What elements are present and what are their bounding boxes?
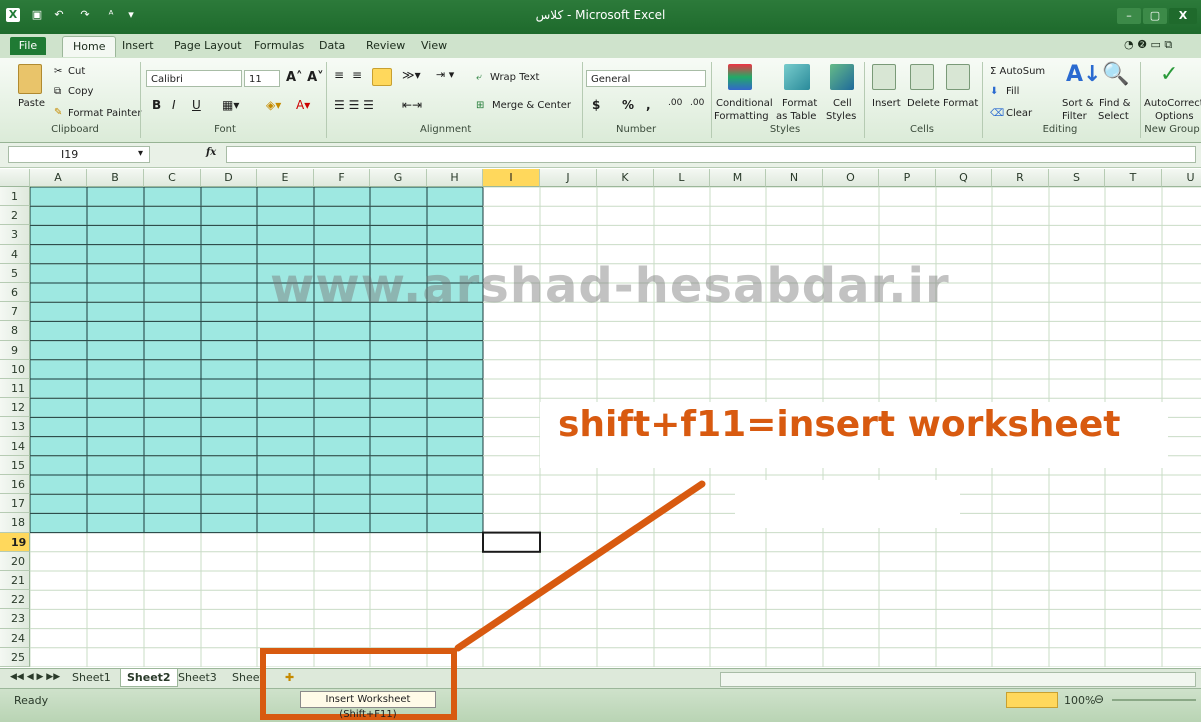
insert-worksheet-tooltip: Insert Worksheet (Shift+F11) — [300, 691, 436, 720]
tooltip-highlight — [260, 648, 457, 720]
